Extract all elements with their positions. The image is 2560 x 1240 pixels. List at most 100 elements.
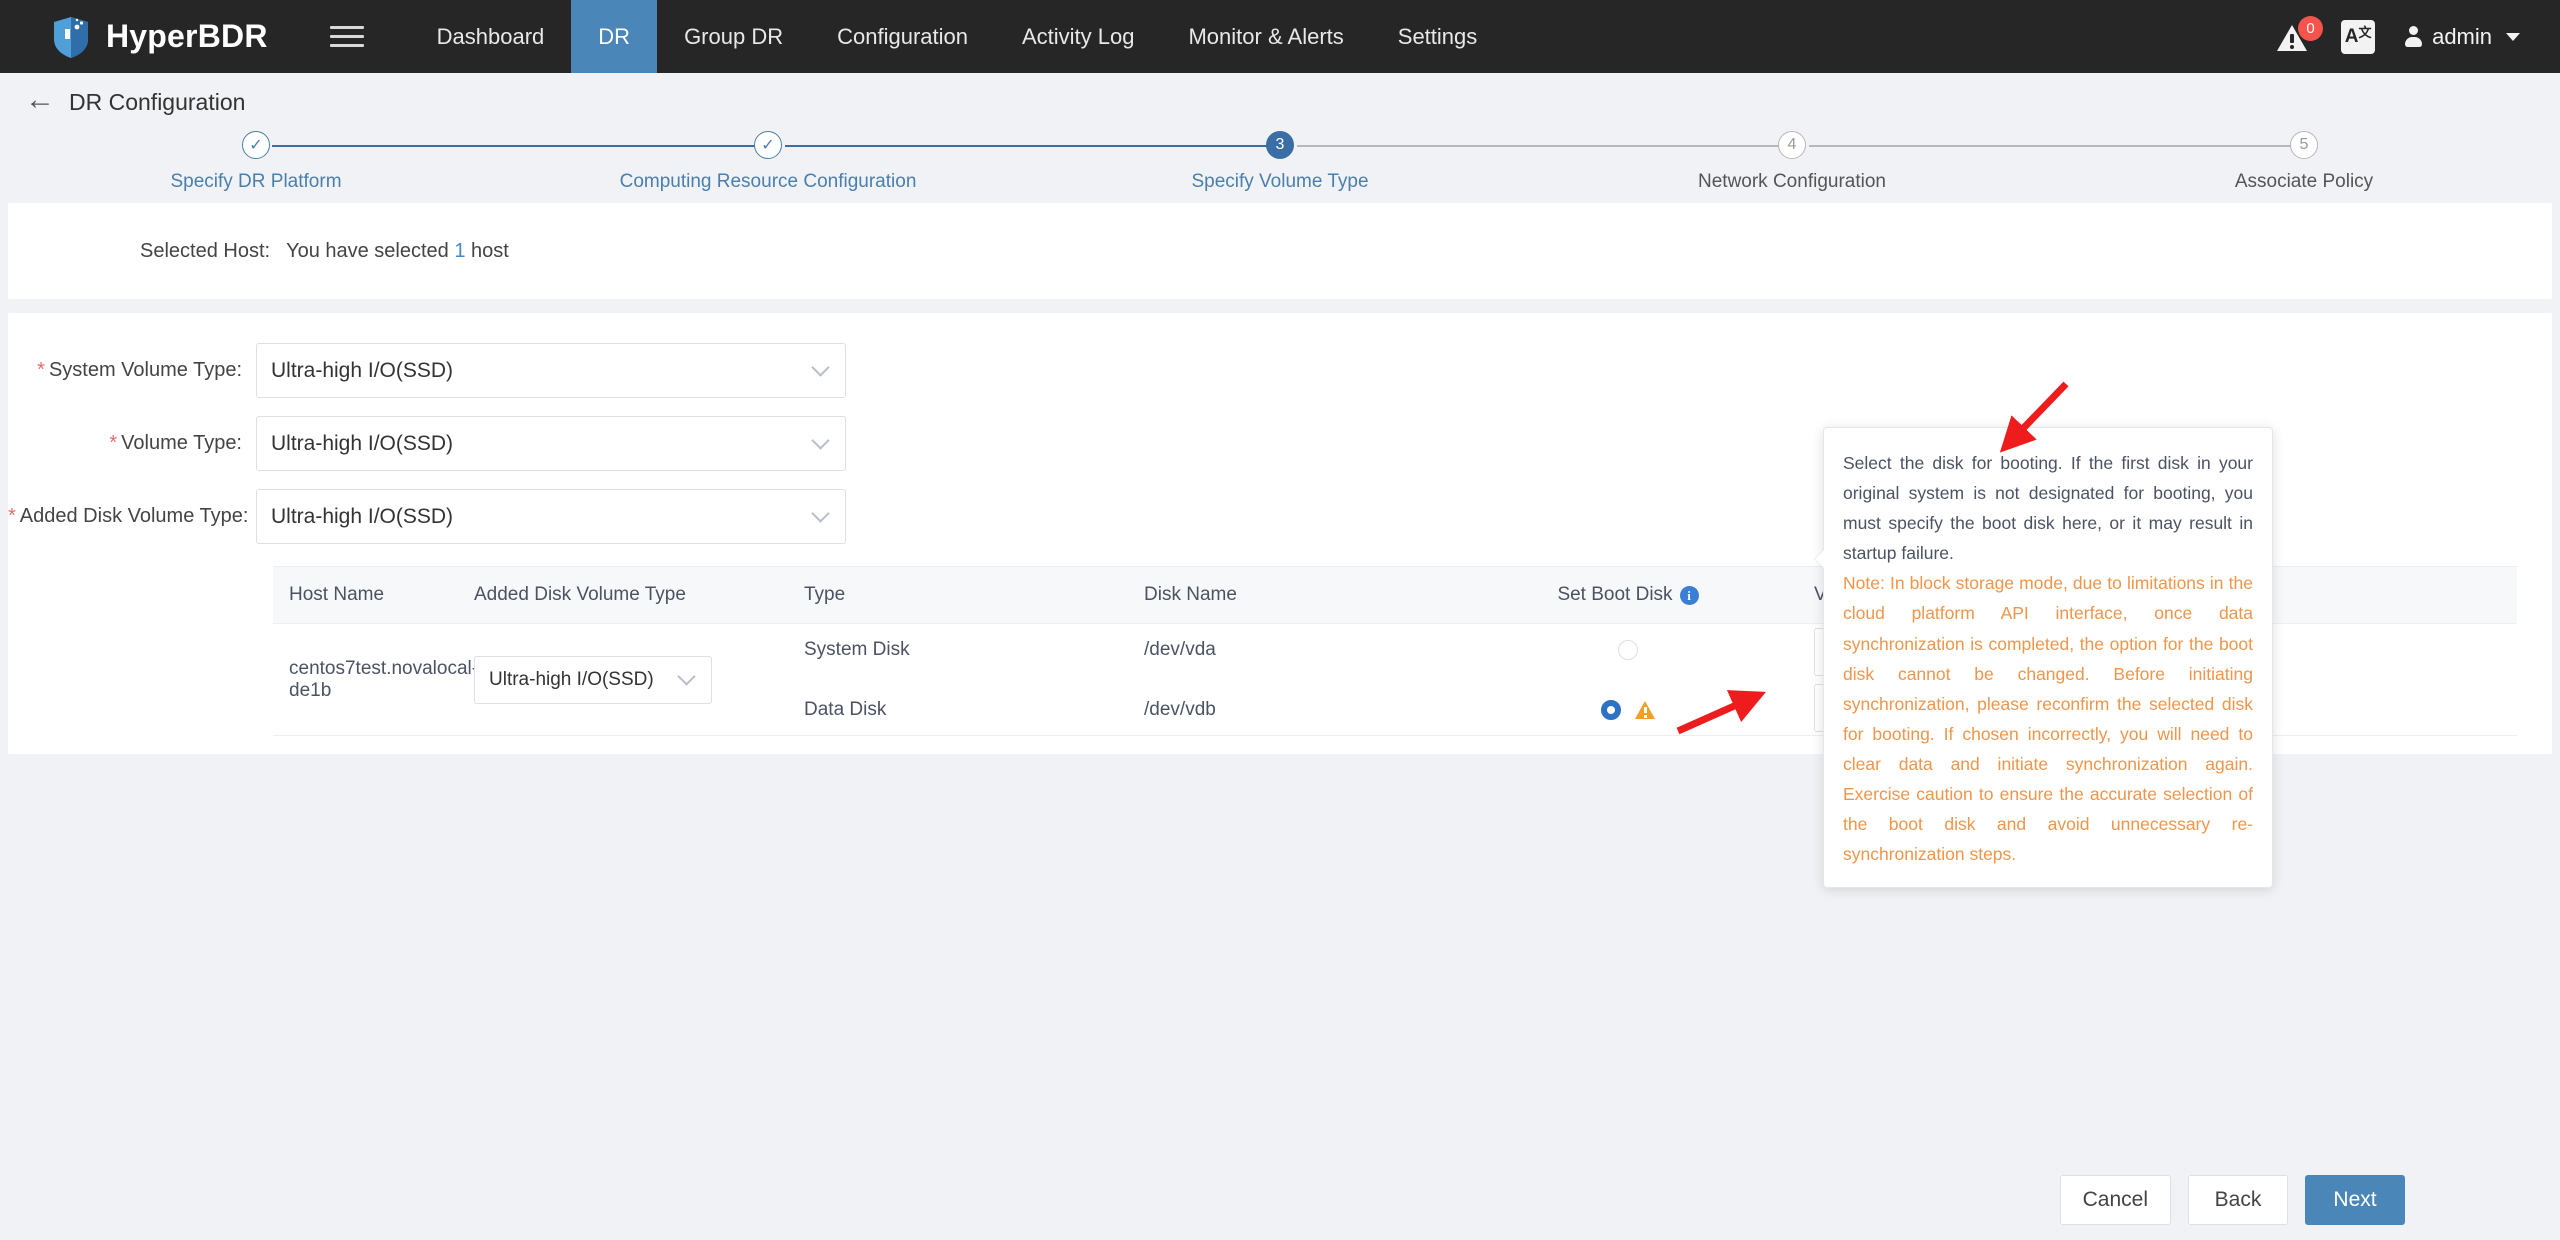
wizard-stepper: ✓ Specify DR Platform ✓ Computing Resour… [0,131,2560,203]
lang-letter: A [2344,26,2359,47]
column-header-added-disk-volume-type: Added Disk Volume Type [474,584,686,605]
column-header-type: Type [804,584,846,605]
back-button[interactable]: Back [2188,1175,2288,1225]
step-connector-3-4 [1297,145,1794,147]
nav-right-actions: 0 A文 admin [2277,0,2520,73]
top-navigation-bar: HyperBDR Dashboard DR Group DR Configura… [0,0,2560,73]
step-connector-2-3 [785,145,1282,147]
system-volume-type-label: * System Volume Type: [8,359,256,382]
step-4-label: Network Configuration [1698,171,1886,192]
required-asterisk: * [109,432,118,454]
cell-set-boot-disk [1458,635,1798,725]
cancel-button[interactable]: Cancel [2059,1175,2171,1225]
added-disk-volume-type-select[interactable]: Ultra-high I/O(SSD) [256,489,846,544]
avatar [2405,25,2423,48]
step-specify-volume-type[interactable]: 3 Specify Volume Type [1024,131,1536,193]
selected-host-text-after: host [465,239,509,262]
lang-cjk: 文 [2358,25,2372,40]
system-volume-type-label-text: System Volume Type: [48,359,242,381]
chevron-down-icon [677,667,696,686]
step-2-circle: ✓ [754,131,782,159]
step-1-circle: ✓ [242,131,270,159]
required-asterisk: * [8,505,16,527]
chevron-down-icon [811,431,830,450]
page-header: ← DR Configuration [0,73,2560,131]
nav-items: Dashboard DR Group DR Configuration Acti… [410,0,1505,73]
step-5-circle: 5 [2290,131,2318,159]
system-volume-type-select[interactable]: Ultra-high I/O(SSD) [256,343,846,398]
cell-disk-types: System Disk Data Disk [788,635,1128,725]
boot-disk-row-data [1601,695,1655,725]
language-switch-icon[interactable]: A文 [2341,19,2376,54]
back-arrow-icon[interactable]: ← [25,85,55,115]
nav-item-configuration[interactable]: Configuration [810,0,995,73]
step-connector-1-2 [272,145,769,147]
row-added-disk-volume-type-select[interactable]: Ultra-high I/O(SSD) [474,655,712,704]
chevron-down-icon [811,358,830,377]
set-boot-disk-tooltip: Select the disk for booting. If the firs… [1814,427,2273,889]
tooltip-main-text: Select the disk for booting. If the firs… [1843,453,2253,564]
next-button[interactable]: Next [2305,1175,2405,1225]
added-disk-volume-type-value: Ultra-high I/O(SSD) [271,504,454,528]
brand-name: HyperBDR [106,18,268,54]
column-header-host-name: Host Name [289,584,385,605]
alert-count-badge: 0 [2298,15,2324,41]
brand-logo-area[interactable]: HyperBDR [50,15,268,59]
row-added-disk-volume-type-value: Ultra-high I/O(SSD) [489,668,654,690]
nav-item-monitor-alerts[interactable]: Monitor & Alerts [1161,0,1370,73]
selected-host-count: 1 [454,239,466,262]
set-boot-disk-text: Set Boot Disk [1557,584,1673,605]
chevron-down-icon [2506,32,2520,41]
nav-item-group-dr[interactable]: Group DR [657,0,810,73]
hyperbdr-shield-icon [50,15,92,59]
selected-host-card: Selected Host: You have selected 1 host [8,203,2552,299]
chevron-down-icon [811,504,830,523]
cell-host-name: centos7test.novalocal-de1b [289,657,479,701]
form-row-system-volume-type: * System Volume Type: Ultra-high I/O(SSD) [8,343,2552,398]
cell-disk-names: /dev/vda /dev/vdb [1128,635,1458,725]
boot-disk-row-system [1618,635,1638,665]
user-menu[interactable]: admin [2405,24,2520,50]
selected-host-text-before: You have selected [286,239,455,262]
step-2-label: Computing Resource Configuration [619,171,917,192]
step-network-configuration[interactable]: 4 Network Configuration [1536,131,2048,193]
wizard-footer: Cancel Back Next [0,1160,2560,1240]
nav-item-dr[interactable]: DR [571,0,658,73]
nav-item-activity-log[interactable]: Activity Log [995,0,1162,73]
disk-type-system: System Disk [804,638,910,660]
step-4-circle: 4 [1778,131,1806,159]
tooltip-note-text: Note: In block storage mode, due to limi… [1843,573,2253,865]
selected-host-value: You have selected 1 host [286,240,509,263]
selected-host-label: Selected Host: [140,239,271,262]
hamburger-icon[interactable] [329,20,364,53]
warning-triangle-icon [1635,700,1655,719]
required-asterisk: * [37,359,45,381]
cell-added-disk-volume-type: Ultra-high I/O(SSD) [458,655,788,704]
step-5-label: Associate Policy [2234,171,2374,192]
step-connector-4-5 [1809,145,2306,147]
added-disk-volume-type-label-text: Added Disk Volume Type: [19,505,249,527]
nav-item-settings[interactable]: Settings [1371,0,1505,73]
step-computing-resource-configuration[interactable]: ✓ Computing Resource Configuration [512,131,1024,193]
page-title: DR Configuration [69,88,246,115]
disk-name-vda: /dev/vda [1144,638,1216,660]
step-specify-dr-platform[interactable]: ✓ Specify DR Platform [0,131,512,193]
boot-disk-radio-vdb[interactable] [1601,699,1621,720]
column-header-disk-name: Disk Name [1144,584,1237,605]
user-name: admin [2432,23,2492,49]
nav-item-dashboard[interactable]: Dashboard [410,0,572,73]
volume-type-label: * Volume Type: [8,432,256,455]
step-associate-policy[interactable]: 5 Associate Policy [2048,131,2560,193]
alerts-button[interactable]: 0 [2277,15,2324,54]
disk-type-data: Data Disk [804,698,887,720]
step-3-label: Specify Volume Type [1191,171,1369,192]
disk-name-vdb: /dev/vdb [1144,698,1216,720]
step-3-circle: 3 [1266,131,1294,159]
boot-disk-radio-vda[interactable] [1618,639,1638,660]
added-disk-volume-type-label: * Added Disk Volume Type: [8,505,256,528]
volume-type-value: Ultra-high I/O(SSD) [271,431,454,455]
step-1-label: Specify DR Platform [170,171,342,192]
volume-type-select[interactable]: Ultra-high I/O(SSD) [256,416,846,471]
info-icon[interactable]: i [1679,585,1699,605]
system-volume-type-value: Ultra-high I/O(SSD) [271,358,454,382]
